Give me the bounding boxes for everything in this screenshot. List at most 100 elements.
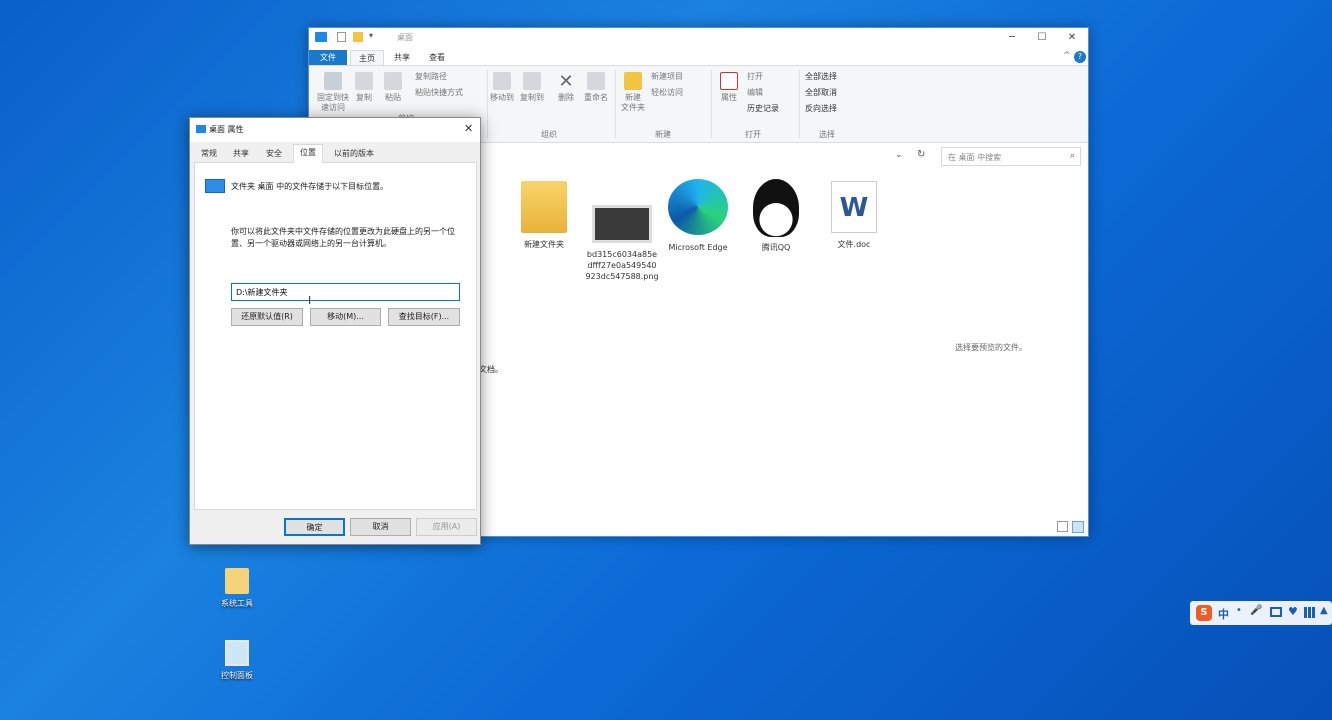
copy-button[interactable]: 复制: [353, 72, 375, 103]
tab-general[interactable]: 常规: [195, 146, 223, 163]
new-folder-label: 新建 文件夹: [621, 93, 645, 112]
ribbon-tabs: 文件 主页 共享 查看 ^ ?: [309, 48, 1088, 65]
file-item[interactable]: W 文件.doc: [817, 181, 891, 250]
header-text: 文件夹 桌面 中的文件存储于以下目标位置。: [231, 182, 389, 191]
tab-home[interactable]: 主页: [350, 50, 384, 65]
location-path-input[interactable]: D:\新建文件夹: [231, 283, 460, 301]
paste-label: 粘贴: [385, 93, 401, 102]
edit-label: 编辑: [747, 88, 763, 97]
desktop-icon-control-panel[interactable]: 控制面板: [207, 640, 267, 681]
properties-icon: [720, 72, 738, 90]
properties-quick-icon[interactable]: [337, 32, 346, 42]
new-folder-quick-icon[interactable]: [353, 32, 363, 42]
select-all-button[interactable]: 全部选择: [805, 72, 837, 82]
rename-button[interactable]: 重命名: [581, 72, 611, 103]
open-label: 打开: [747, 72, 763, 81]
skin-icon[interactable]: ♥: [1288, 605, 1298, 618]
paste-icon: [384, 72, 402, 90]
path-value: D:\新建文件夹: [236, 288, 288, 297]
search-placeholder: 在 桌面 中搜索: [948, 153, 1002, 162]
apply-button[interactable]: 应用(A): [416, 518, 477, 536]
tab-location[interactable]: 位置: [293, 144, 323, 163]
tab-sharing[interactable]: 共享: [227, 146, 255, 163]
partial-file-label: 文档。: [479, 365, 503, 374]
desktop-icon-label: 控制面板: [221, 671, 253, 680]
ime-toolbar: S 中 • 🎤 ♥ ▲: [1190, 601, 1332, 625]
invert-selection-label: 反向选择: [805, 104, 837, 113]
invert-selection-button[interactable]: 反向选择: [805, 104, 837, 114]
control-panel-icon: [225, 640, 249, 666]
toolbox-icon[interactable]: ▲: [1320, 605, 1328, 616]
edit-button[interactable]: 编辑: [747, 88, 763, 98]
paste-shortcut-button[interactable]: 粘贴快捷方式: [415, 88, 463, 98]
tab-previous-versions[interactable]: 以前的版本: [328, 146, 380, 163]
grid-menu-icon[interactable]: [1304, 607, 1315, 618]
search-input[interactable]: 在 桌面 中搜索 ⌕: [941, 147, 1081, 166]
select-none-label: 全部取消: [805, 88, 837, 97]
dialog-close-button[interactable]: ✕: [464, 122, 473, 135]
keyboard-icon[interactable]: [1270, 607, 1282, 617]
find-target-button[interactable]: 查找目标(F)...: [388, 308, 460, 326]
folder-icon: [205, 179, 225, 193]
address-dropdown-icon[interactable]: ⌄: [895, 150, 903, 160]
history-button[interactable]: 历史记录: [747, 104, 779, 114]
copy-path-label: 复制路径: [415, 72, 447, 81]
microphone-icon[interactable]: 🎤: [1250, 605, 1262, 616]
pin-label: 固定到快 速访问: [317, 93, 349, 112]
details-view-icon[interactable]: [1057, 521, 1068, 532]
file-item[interactable]: 腾讯QQ: [739, 179, 813, 253]
ime-mode-label[interactable]: 中: [1218, 606, 1229, 622]
new-folder-button[interactable]: 新建 文件夹: [619, 72, 647, 113]
folder-icon: [521, 181, 567, 233]
move-button[interactable]: 移动(M)...: [310, 308, 381, 326]
delete-label: 删除: [558, 93, 574, 102]
paste-shortcut-label: 粘贴快捷方式: [415, 88, 463, 97]
sogou-logo-icon[interactable]: S: [1196, 605, 1212, 621]
large-icons-view-icon[interactable]: [1072, 521, 1084, 533]
folder-icon: [225, 568, 249, 594]
file-name: Microsoft Edge: [668, 243, 728, 252]
copy-to-button[interactable]: 复制到: [519, 72, 545, 103]
tab-file[interactable]: 文件: [309, 50, 347, 65]
maximize-button[interactable]: ☐: [1027, 28, 1057, 48]
tab-view[interactable]: 查看: [421, 50, 453, 65]
group-organize-label: 组织: [541, 130, 557, 139]
divider: [711, 70, 712, 138]
file-item[interactable]: Microsoft Edge: [661, 179, 735, 253]
delete-button[interactable]: ✕ 删除: [555, 72, 577, 103]
tab-security[interactable]: 安全: [260, 146, 288, 163]
select-none-button[interactable]: 全部取消: [805, 88, 837, 98]
open-button[interactable]: 打开: [747, 72, 763, 82]
location-panel: 文件夹 桌面 中的文件存储于以下目标位置。 你可以将此文件夹中文件存储的位置更改…: [194, 162, 477, 510]
minimize-button[interactable]: ─: [997, 28, 1027, 48]
move-to-button[interactable]: 移动到: [489, 72, 515, 103]
divider: [799, 70, 800, 138]
restore-default-button[interactable]: 还原默认值(R): [231, 308, 303, 326]
properties-button[interactable]: 属性: [717, 72, 741, 103]
description-text: 你可以将此文件夹中文件存储的位置更改为此硬盘上的另一个位置、另一个驱动器或网络上…: [231, 227, 455, 248]
easy-access-button[interactable]: 轻松访问: [651, 88, 683, 98]
copy-to-label: 复制到: [520, 93, 544, 102]
close-button[interactable]: ✕: [1057, 28, 1087, 48]
cancel-button[interactable]: 取消: [350, 518, 411, 536]
qat-dropdown-icon[interactable]: ▾: [369, 31, 373, 40]
pin-quick-access-button[interactable]: 固定到快 速访问: [313, 72, 353, 113]
new-item-button[interactable]: 新建项目: [651, 72, 683, 82]
punctuation-icon[interactable]: •: [1236, 605, 1242, 616]
refresh-icon[interactable]: ↻: [917, 149, 925, 160]
file-item[interactable]: 新建文件夹: [507, 181, 581, 250]
desktop-icon-system-tools[interactable]: 系统工具: [207, 568, 267, 609]
group-select-label: 选择: [819, 130, 835, 139]
collapse-ribbon-icon[interactable]: ^: [1063, 51, 1071, 61]
folder-icon: [315, 32, 327, 42]
explorer-titlebar: ▾ 桌面 ─ ☐ ✕: [309, 28, 1088, 48]
ok-button[interactable]: 确定: [284, 518, 345, 536]
copy-path-button[interactable]: 复制路径: [415, 72, 447, 82]
help-icon[interactable]: ?: [1074, 51, 1086, 63]
tab-share[interactable]: 共享: [386, 50, 418, 65]
move-to-icon: [493, 72, 511, 90]
file-item[interactable]: bd315c6034a85edfff27e0a549540923dc547588…: [585, 181, 659, 282]
paste-button[interactable]: 粘贴: [381, 72, 405, 103]
search-icon: ⌕: [1069, 151, 1075, 161]
group-open-label: 打开: [745, 130, 761, 139]
